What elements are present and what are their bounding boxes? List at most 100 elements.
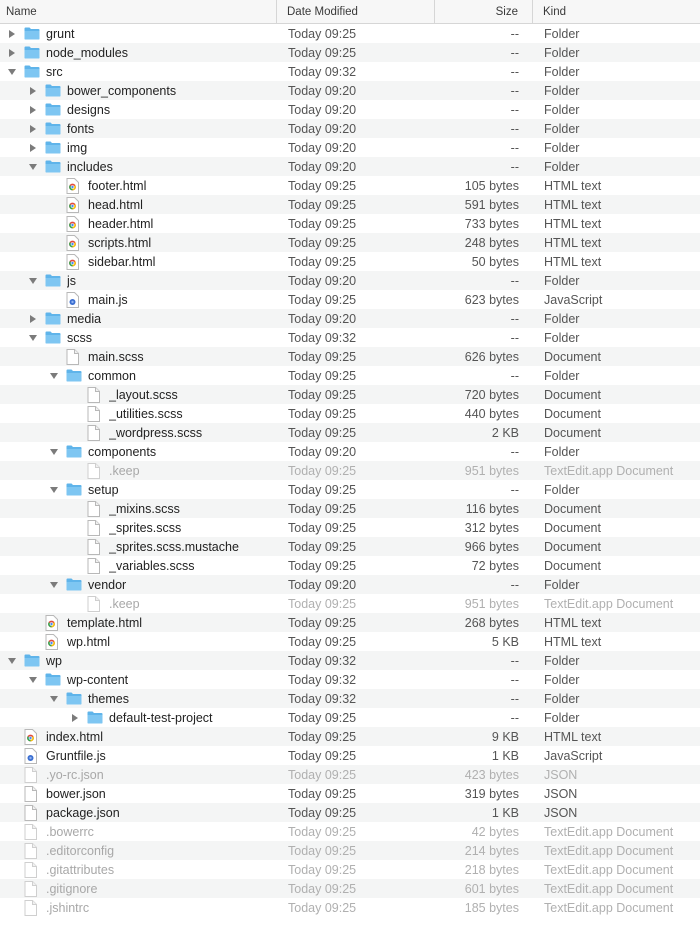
folder-row[interactable]: vendor Today 09:20 -- Folder: [0, 575, 700, 594]
disclosure-triangle-open-icon[interactable]: [47, 689, 61, 708]
file-row[interactable]: _mixins.scss Today 09:25 116 bytes Document: [0, 499, 700, 518]
folder-row[interactable]: designs Today 09:20 -- Folder: [0, 100, 700, 119]
disclosure-triangle-open-icon[interactable]: [26, 157, 40, 176]
name-cell: js: [0, 271, 277, 290]
disclosure-triangle-open-icon[interactable]: [26, 328, 40, 347]
file-kind: Folder: [544, 273, 580, 288]
name-cell: _variables.scss: [0, 556, 277, 575]
disclosure-triangle-closed-icon[interactable]: [26, 138, 40, 157]
folder-row[interactable]: node_modules Today 09:25 -- Folder: [0, 43, 700, 62]
column-header-name[interactable]: Name: [0, 0, 277, 23]
document-icon: [24, 861, 40, 878]
file-row[interactable]: .keep Today 09:25 951 bytes TextEdit.app Do…: [0, 461, 700, 480]
folder-row[interactable]: img Today 09:20 -- Folder: [0, 138, 700, 157]
folder-icon: [66, 482, 82, 498]
document-icon: [24, 842, 40, 859]
disclosure-triangle-open-icon[interactable]: [26, 670, 40, 689]
folder-row[interactable]: setup Today 09:25 -- Folder: [0, 480, 700, 499]
file-row[interactable]: sidebar.html Today 09:25 50 bytes HTML text: [0, 252, 700, 271]
file-row[interactable]: header.html Today 09:25 733 bytes HTML text: [0, 214, 700, 233]
file-size: 1 KB: [491, 748, 519, 763]
folder-row[interactable]: fonts Today 09:20 -- Folder: [0, 119, 700, 138]
folder-row[interactable]: bower_components Today 09:20 -- Folder: [0, 81, 700, 100]
file-row[interactable]: main.scss Today 09:25 626 bytes Document: [0, 347, 700, 366]
folder-row[interactable]: src Today 09:32 -- Folder: [0, 62, 700, 81]
file-name: .jshintrc: [46, 900, 90, 915]
file-row[interactable]: package.json Today 09:25 1 KB JSON: [0, 803, 700, 822]
file-row[interactable]: .jshintrc Today 09:25 185 bytes TextEdit.ap…: [0, 898, 700, 917]
file-row[interactable]: _wordpress.scss Today 09:25 2 KB Document: [0, 423, 700, 442]
file-kind: Document: [544, 425, 601, 440]
document-icon: [87, 462, 103, 479]
date-modified: Today 09:20: [288, 273, 357, 288]
file-row[interactable]: index.html Today 09:25 9 KB HTML text: [0, 727, 700, 746]
file-size: --: [510, 102, 519, 117]
file-row[interactable]: _utilities.scss Today 09:25 440 bytes Docum…: [0, 404, 700, 423]
folder-row[interactable]: wp-content Today 09:32 -- Folder: [0, 670, 700, 689]
disclosure-triangle-open-icon[interactable]: [47, 575, 61, 594]
file-name: themes: [88, 691, 129, 706]
file-name: img: [67, 140, 88, 155]
disclosure-triangle-closed-icon[interactable]: [5, 24, 19, 43]
folder-row[interactable]: media Today 09:20 -- Folder: [0, 309, 700, 328]
disclosure-triangle-closed-icon[interactable]: [26, 119, 40, 138]
disclosure-triangle-open-icon[interactable]: [5, 651, 19, 670]
file-name: template.html: [67, 615, 143, 630]
disclosure-triangle-closed-icon[interactable]: [26, 81, 40, 100]
file-row[interactable]: Gruntfile.js Today 09:25 1 KB JavaScript: [0, 746, 700, 765]
file-row[interactable]: template.html Today 09:25 268 bytes HTML te…: [0, 613, 700, 632]
file-row[interactable]: .editorconfig Today 09:25 214 bytes TextEdi…: [0, 841, 700, 860]
folder-row[interactable]: scss Today 09:32 -- Folder: [0, 328, 700, 347]
file-row[interactable]: head.html Today 09:25 591 bytes HTML text: [0, 195, 700, 214]
file-kind: HTML text: [544, 615, 602, 630]
file-row[interactable]: .yo-rc.json Today 09:25 423 bytes JSON: [0, 765, 700, 784]
file-row[interactable]: bower.json Today 09:25 319 bytes JSON: [0, 784, 700, 803]
disclosure-triangle-open-icon[interactable]: [5, 62, 19, 81]
disclosure-triangle-open-icon[interactable]: [47, 442, 61, 461]
file-size: --: [510, 330, 519, 345]
file-row[interactable]: _sprites.scss.mustache Today 09:25 966 byt…: [0, 537, 700, 556]
folder-row[interactable]: themes Today 09:32 -- Folder: [0, 689, 700, 708]
file-row[interactable]: .bowerrc Today 09:25 42 bytes TextEdit.app …: [0, 822, 700, 841]
name-cell: _wordpress.scss: [0, 423, 277, 442]
folder-row[interactable]: components Today 09:20 -- Folder: [0, 442, 700, 461]
column-header-size[interactable]: Size: [435, 0, 533, 23]
file-row[interactable]: footer.html Today 09:25 105 bytes HTML text: [0, 176, 700, 195]
file-row[interactable]: _sprites.scss Today 09:25 312 bytes Documen…: [0, 518, 700, 537]
file-row[interactable]: .keep Today 09:25 951 bytes TextEdit.app Do…: [0, 594, 700, 613]
file-row[interactable]: _layout.scss Today 09:25 720 bytes Document: [0, 385, 700, 404]
file-row[interactable]: _variables.scss Today 09:25 72 bytes Docume…: [0, 556, 700, 575]
disclosure-triangle-closed-icon[interactable]: [5, 43, 19, 62]
folder-row[interactable]: grunt Today 09:25 -- Folder: [0, 24, 700, 43]
folder-row[interactable]: wp Today 09:32 -- Folder: [0, 651, 700, 670]
name-cell: _sprites.scss.mustache: [0, 537, 277, 556]
disclosure-triangle-open-icon[interactable]: [47, 480, 61, 499]
disclosure-triangle-closed-icon[interactable]: [68, 708, 82, 727]
folder-row[interactable]: common Today 09:25 -- Folder: [0, 366, 700, 385]
disclosure-triangle-open-icon[interactable]: [47, 366, 61, 385]
file-size: 116 bytes: [465, 501, 519, 516]
file-row[interactable]: .gitattributes Today 09:25 218 bytes TextEd…: [0, 860, 700, 879]
column-header-date-modified[interactable]: Date Modified: [277, 0, 435, 23]
file-row[interactable]: wp.html Today 09:25 5 KB HTML text: [0, 632, 700, 651]
name-cell: main.scss: [0, 347, 277, 366]
date-modified: Today 09:20: [288, 102, 357, 117]
disclosure-triangle-closed-icon[interactable]: [26, 100, 40, 119]
folder-row[interactable]: default-test-project Today 09:25 -- Folder: [0, 708, 700, 727]
disclosure-triangle-closed-icon[interactable]: [26, 309, 40, 328]
folder-row[interactable]: includes Today 09:20 -- Folder: [0, 157, 700, 176]
disclosure-triangle-open-icon[interactable]: [26, 271, 40, 290]
file-row[interactable]: .gitignore Today 09:25 601 bytes TextEdit.a…: [0, 879, 700, 898]
folder-row[interactable]: js Today 09:20 -- Folder: [0, 271, 700, 290]
column-header-kind[interactable]: Kind: [533, 0, 700, 23]
name-cell: designs: [0, 100, 277, 119]
file-kind: Folder: [544, 577, 580, 592]
html-file-icon: [66, 196, 82, 213]
file-row[interactable]: scripts.html Today 09:25 248 bytes HTML tex…: [0, 233, 700, 252]
file-row[interactable]: main.js Today 09:25 623 bytes JavaScript: [0, 290, 700, 309]
file-kind: Folder: [544, 311, 580, 326]
